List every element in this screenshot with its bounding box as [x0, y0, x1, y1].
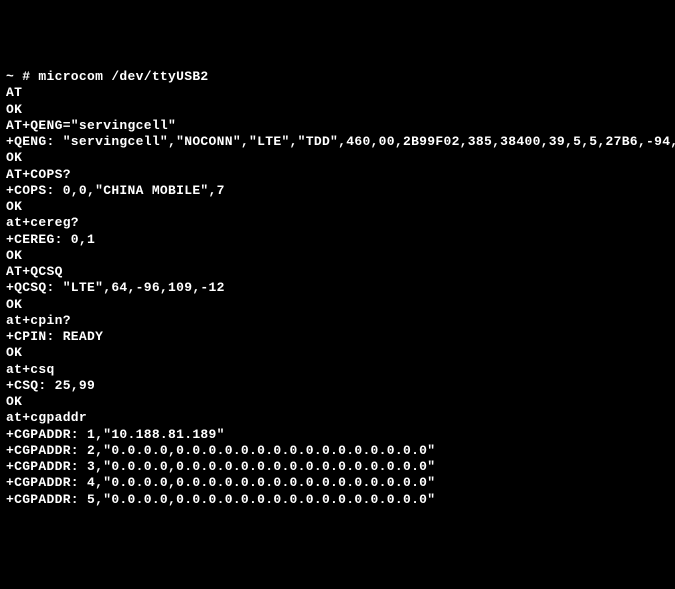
terminal-line: OK: [6, 248, 669, 264]
terminal-line: +CPIN: READY: [6, 329, 669, 345]
terminal-line: at+cgpaddr: [6, 410, 669, 426]
terminal-line: +COPS: 0,0,"CHINA MOBILE",7: [6, 183, 669, 199]
terminal-line: +CGPADDR: 1,"10.188.81.189": [6, 427, 669, 443]
terminal-line: OK: [6, 199, 669, 215]
terminal-line: +CEREG: 0,1: [6, 232, 669, 248]
terminal-line: ~ # microcom /dev/ttyUSB2: [6, 69, 669, 85]
terminal-line: OK: [6, 102, 669, 118]
terminal-line: at+csq: [6, 362, 669, 378]
terminal-line: +CGPADDR: 4,"0.0.0.0,0.0.0.0.0.0.0.0.0.0…: [6, 475, 669, 491]
terminal-line: OK: [6, 150, 669, 166]
terminal-line: +CSQ: 25,99: [6, 378, 669, 394]
terminal-line: AT+COPS?: [6, 167, 669, 183]
terminal-line: +CGPADDR: 2,"0.0.0.0,0.0.0.0.0.0.0.0.0.0…: [6, 443, 669, 459]
terminal-line: AT+QENG="servingcell": [6, 118, 669, 134]
terminal-line: +QENG: "servingcell","NOCONN","LTE","TDD…: [6, 134, 669, 150]
terminal-line: at+cpin?: [6, 313, 669, 329]
terminal-line: OK: [6, 345, 669, 361]
terminal-output[interactable]: ~ # microcom /dev/ttyUSB2ATOKAT+QENG="se…: [6, 69, 669, 508]
terminal-line: +CGPADDR: 3,"0.0.0.0,0.0.0.0.0.0.0.0.0.0…: [6, 459, 669, 475]
terminal-line: +QCSQ: "LTE",64,-96,109,-12: [6, 280, 669, 296]
terminal-line: OK: [6, 297, 669, 313]
terminal-line: AT: [6, 85, 669, 101]
terminal-line: at+cereg?: [6, 215, 669, 231]
terminal-line: AT+QCSQ: [6, 264, 669, 280]
terminal-line: OK: [6, 394, 669, 410]
